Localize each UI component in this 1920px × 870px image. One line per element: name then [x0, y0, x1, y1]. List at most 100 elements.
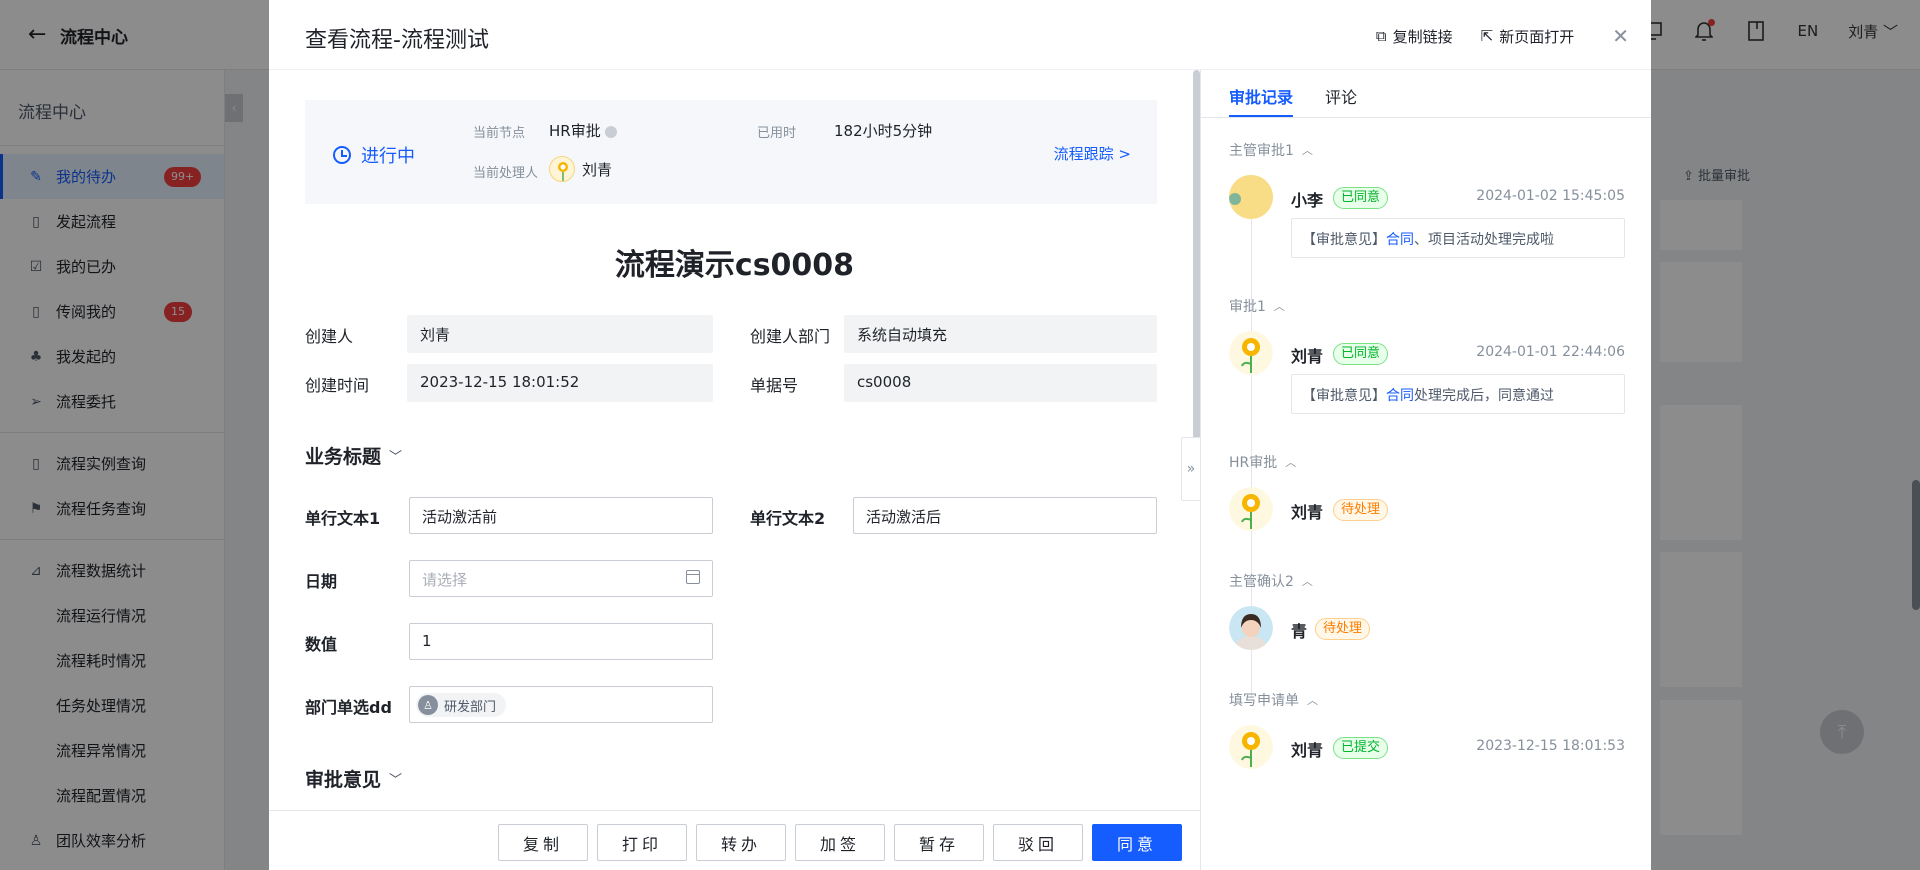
- approver-name: 刘青: [1291, 347, 1324, 366]
- process-state: 进行中: [333, 142, 415, 168]
- text1-label: 单行文本1: [305, 509, 381, 528]
- creator-dept-value: 系统自动填充: [844, 315, 1157, 353]
- doc-number-value: cs0008: [844, 364, 1157, 402]
- text2-label: 单行文本2: [750, 509, 826, 528]
- action-bar: 复制 打印 转办 加签 暂存 驳回 同意: [269, 810, 1200, 870]
- tab-comments[interactable]: 评论: [1325, 84, 1357, 108]
- copy-link-button[interactable]: ⧉ 复制链接: [1376, 26, 1453, 47]
- modal-title: 查看流程-流程测试: [305, 28, 489, 53]
- process-state-label: 进行中: [361, 146, 415, 167]
- dept-select-label: 部门单选dd: [305, 698, 392, 717]
- creator-label: 创建人: [305, 327, 354, 346]
- current-handler-label: 当前处理人: [473, 166, 539, 181]
- copy-link-label: 复制链接: [1392, 27, 1453, 46]
- modal-header: 查看流程-流程测试 ⧉ 复制链接 ⇱ 新页面打开 ✕: [269, 0, 1651, 70]
- timeline-node-title[interactable]: 主管审批1 ︿: [1229, 140, 1313, 160]
- print-button[interactable]: 打印: [597, 824, 687, 861]
- timeline-node-title[interactable]: 主管确认2 ︿: [1229, 571, 1313, 591]
- copy-button[interactable]: 复制: [498, 824, 588, 861]
- approval-pane: 审批记录 评论 主管审批1 ︿ 小李 已同意 2024-01-02 15:45:0…: [1200, 70, 1651, 870]
- dept-tag-label: 研发部门: [444, 699, 497, 715]
- doc-number-label: 单据号: [750, 376, 799, 395]
- add-sign-button[interactable]: 加签: [795, 824, 885, 861]
- timeline-node-title[interactable]: 填写申请单 ︿: [1229, 690, 1318, 710]
- creator-value: 刘青: [407, 315, 713, 353]
- approver-name: 刘青: [1291, 503, 1324, 522]
- approval-time: 2024-01-01 22:44:06: [1476, 344, 1625, 360]
- date-label: 日期: [305, 572, 338, 591]
- opinion-section-header[interactable]: 审批意见 ﹀: [305, 765, 402, 792]
- modal-actions: ⧉ 复制链接 ⇱ 新页面打开 ✕: [1376, 24, 1629, 48]
- process-detail-modal: 查看流程-流程测试 ⧉ 复制链接 ⇱ 新页面打开 ✕ 进行中 当前节点 HR审批 当…: [269, 0, 1651, 870]
- reject-button[interactable]: 驳回: [993, 824, 1083, 861]
- comment-link[interactable]: 合同: [1386, 232, 1414, 248]
- open-new-page-button[interactable]: ⇱ 新页面打开: [1481, 26, 1575, 47]
- avatar: [1229, 175, 1273, 219]
- form-title: 流程演示cs0008: [614, 248, 855, 283]
- save-draft-button[interactable]: 暂存: [894, 824, 984, 861]
- approval-comment: 【审批意见】合同处理完成后，同意通过: [1291, 374, 1625, 414]
- process-track-link[interactable]: 流程跟踪 >: [1054, 143, 1131, 164]
- info-icon[interactable]: [604, 125, 617, 138]
- status-badge: 已同意: [1333, 187, 1389, 209]
- status-badge: 已同意: [1333, 343, 1389, 365]
- elapsed-label: 已用时: [757, 126, 797, 141]
- current-node-text: HR审批: [549, 122, 601, 140]
- approver-name: 小李: [1291, 191, 1324, 210]
- number-label: 数值: [305, 635, 338, 654]
- timeline-node-title[interactable]: 审批1 ︿: [1229, 296, 1285, 316]
- comment-text: 处理完成后，同意通过: [1414, 388, 1554, 404]
- created-time-value: 2023-12-15 18:01:52: [407, 364, 713, 402]
- chevron-up-icon: ︿: [1273, 300, 1285, 313]
- current-node-label: 当前节点: [473, 126, 526, 141]
- current-handler-value: 刘青: [582, 161, 613, 179]
- dept-select[interactable]: ♙ 研发部门: [409, 686, 713, 723]
- timeline-node-title[interactable]: HR审批 ︿: [1229, 452, 1296, 472]
- chevron-up-icon: ︿: [1301, 144, 1313, 157]
- process-status-panel: 进行中 当前节点 HR审批 当前处理人 刘青 已用时 182小时5分钟 流程跟踪…: [305, 100, 1157, 204]
- form-scrollbar[interactable]: [1193, 70, 1200, 440]
- number-input[interactable]: 1: [409, 623, 713, 660]
- business-section-header[interactable]: 业务标题 ﹀: [305, 442, 402, 469]
- avatar: [1229, 725, 1273, 769]
- node-name: 主管审批1: [1229, 143, 1294, 159]
- avatar: [1229, 606, 1273, 650]
- date-picker[interactable]: 请选择: [409, 560, 713, 597]
- handler-avatar: [549, 156, 575, 182]
- creator-dept-label: 创建人部门: [750, 327, 831, 346]
- current-node-value: HR审批: [549, 120, 617, 141]
- calendar-icon: [686, 570, 700, 584]
- date-placeholder: 请选择: [422, 571, 468, 589]
- dept-tag[interactable]: ♙ 研发部门: [416, 693, 507, 717]
- department-icon: ♙: [418, 695, 438, 715]
- chevron-down-icon: ﹀: [389, 450, 403, 465]
- elapsed-value: 182小时5分钟: [834, 122, 933, 140]
- approval-time: 2024-01-02 15:45:05: [1476, 188, 1625, 204]
- form-pane: 进行中 当前节点 HR审批 当前处理人 刘青 已用时 182小时5分钟 流程跟踪…: [269, 70, 1200, 810]
- opinion-section-title: 审批意见: [305, 769, 382, 791]
- agree-button[interactable]: 同意: [1092, 824, 1182, 861]
- business-section-title: 业务标题: [305, 446, 382, 468]
- avatar: [1229, 331, 1273, 375]
- status-badge: 待处理: [1333, 499, 1389, 521]
- approver-name: 青: [1291, 622, 1308, 641]
- approval-time: 2023-12-15 18:01:53: [1476, 738, 1625, 754]
- avatar: [1229, 487, 1273, 531]
- expand-panel-handle[interactable]: »: [1181, 437, 1201, 501]
- clock-icon: [333, 146, 351, 164]
- close-icon[interactable]: ✕: [1612, 24, 1629, 48]
- text1-input[interactable]: 活动激活前: [409, 497, 713, 534]
- tab-approval-records[interactable]: 审批记录: [1229, 84, 1294, 117]
- chevron-up-icon: ︿: [1307, 694, 1318, 707]
- node-name: 审批1: [1229, 299, 1266, 315]
- chevron-up-icon: ︿: [1285, 456, 1297, 469]
- comment-link[interactable]: 合同: [1386, 388, 1414, 404]
- text2-input[interactable]: 活动激活后: [853, 497, 1157, 534]
- node-name: 主管确认2: [1229, 574, 1294, 590]
- status-badge: 已提交: [1333, 737, 1389, 759]
- transfer-button[interactable]: 转办: [696, 824, 786, 861]
- chevron-down-icon: ﹀: [389, 773, 403, 788]
- open-new-page-label: 新页面打开: [1499, 27, 1575, 46]
- node-name: 填写申请单: [1229, 693, 1299, 709]
- comment-text: 、项目活动处理完成啦: [1414, 232, 1554, 248]
